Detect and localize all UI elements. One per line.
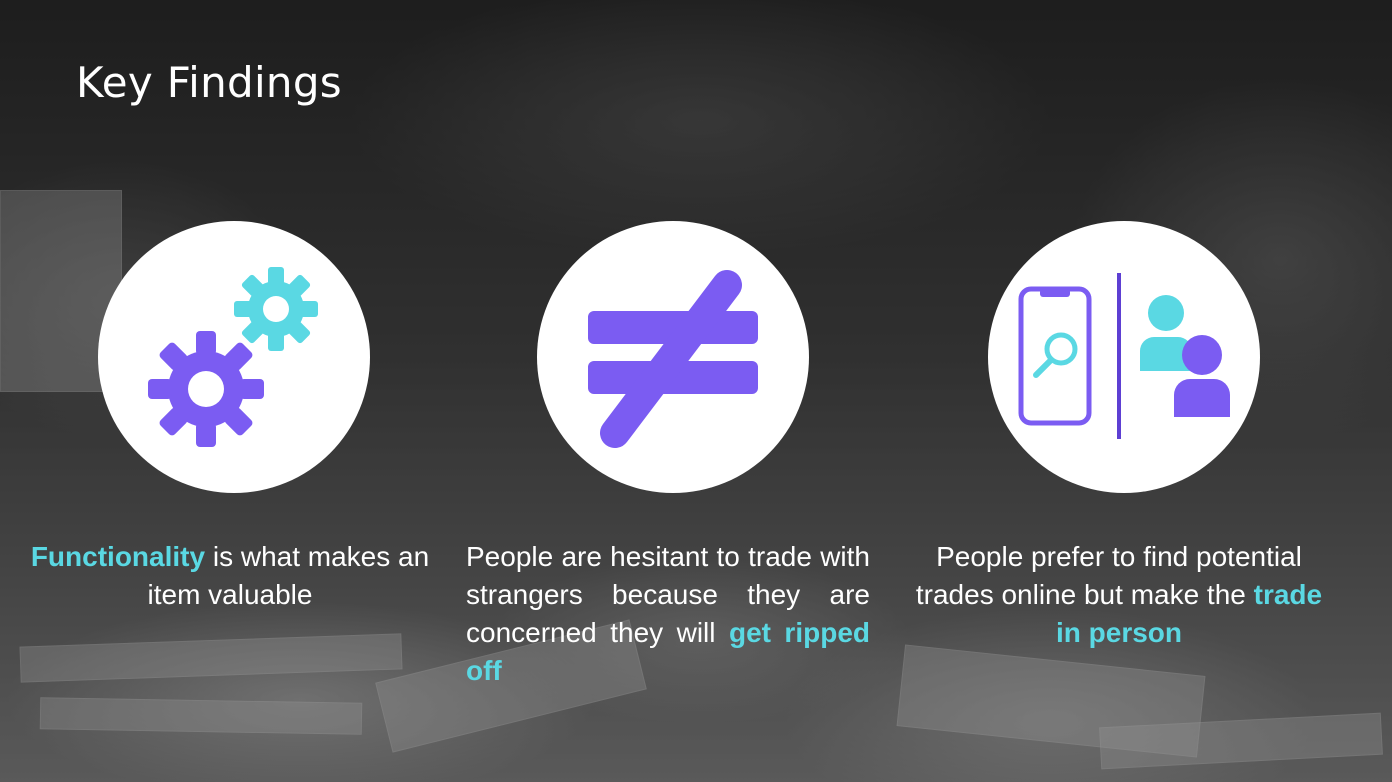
finding-3-icon-circle [988, 221, 1260, 493]
slide-title: Key Findings [76, 58, 342, 107]
slide: Key Findings Functionality is what makes… [0, 0, 1392, 782]
not-equal-icon [588, 270, 758, 448]
finding-3-body: People prefer to find potential trades o… [915, 541, 1302, 610]
phone-search-and-people-icon [1018, 273, 1230, 439]
finding-1-icon-circle [98, 221, 370, 493]
gears-icon [148, 267, 318, 447]
finding-1-highlight: Functionality [30, 541, 206, 572]
finding-3-text: People prefer to find potential trades o… [912, 538, 1326, 652]
finding-2-text: People are hesitant to trade with strang… [466, 538, 870, 690]
finding-1-text: Functionality is what makes an item valu… [28, 538, 432, 614]
finding-2-icon-circle [537, 221, 809, 493]
